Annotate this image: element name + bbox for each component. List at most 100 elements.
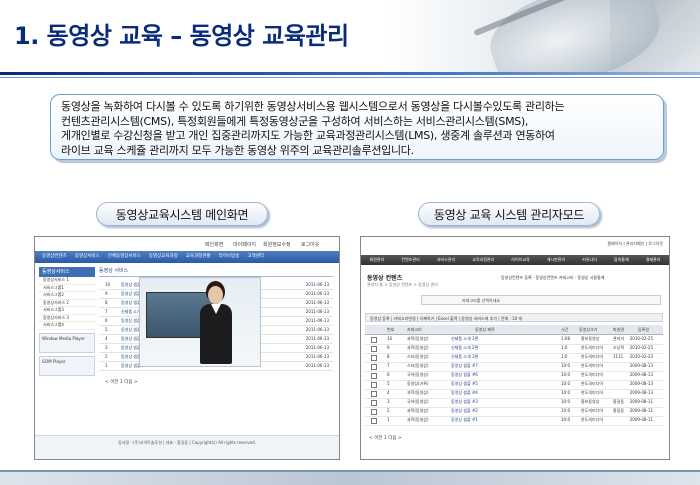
row-title[interactable]: 동영상 샘플 #6 [451, 371, 478, 380]
sidebar-item[interactable]: 동영상서비스 2 [39, 300, 95, 307]
row-title[interactable]: 동영상 샘플 #1 [451, 416, 478, 425]
admin-nav-item[interactable]: 커뮤니티 [582, 255, 597, 265]
table-row[interactable]: 1 과학(동영상) 동영상 샘플 #1 10:0 한도의미디어 2009-08-11 [365, 416, 663, 426]
row-date: 2011-06-13 [305, 282, 329, 287]
admin-nav-item[interactable]: 게시판관리 [547, 255, 565, 265]
sidebar: 동영상서비스 동영상서비스 1 서비스그룹1 서비스그룹2 동영상서비스 2 서… [39, 267, 95, 417]
row-checkbox[interactable] [371, 346, 377, 352]
nav-item[interactable]: 고객센터 [244, 251, 267, 263]
col-header: 번호 [387, 327, 395, 332]
sidebar-item[interactable]: 서비스그룹3 [39, 307, 95, 315]
sidebar-item[interactable]: 서비스그룹1 [39, 285, 95, 292]
row-date: 2011-06-13 [305, 354, 329, 359]
row-number: 4 [387, 390, 390, 395]
admin-pager[interactable]: < 이전 1 다음 > [369, 435, 402, 441]
row-date: 2011-06-13 [305, 363, 329, 368]
admin-nav-item[interactable]: 서비스관리 [437, 255, 455, 265]
row-number: 7 [387, 363, 390, 368]
row-checkbox[interactable] [371, 418, 377, 424]
top-link[interactable]: 회원정보수정 [263, 241, 291, 248]
row-title[interactable]: 신제품 소개 3편 [451, 353, 478, 362]
nav-item[interactable]: 전체동영상서비스 [105, 251, 144, 263]
admin-nav-item[interactable]: 라이브교육 [511, 255, 529, 265]
row-number: 7 [105, 309, 108, 314]
category-select[interactable]: 카테고리를 선택하세요 [421, 295, 661, 305]
pager[interactable]: < 이전 1 다음 > [105, 379, 138, 385]
row-checkbox[interactable] [371, 337, 377, 343]
row-date: 2009-08-13 [629, 381, 653, 386]
row-checkbox[interactable] [371, 391, 377, 397]
row-checkbox[interactable] [371, 400, 377, 406]
breadcrumb: 관리자 홈 > 동영상 컨텐츠 > 동영상 관리 [367, 282, 438, 287]
video-player-overlay[interactable] [139, 277, 261, 367]
row-number: 4 [105, 336, 108, 341]
col-header: 등록일 [637, 327, 649, 332]
nav-item[interactable]: 교육과정현황 [183, 251, 214, 263]
sidebar-item[interactable]: 서비스그룹4 [39, 322, 95, 330]
row-owner: 조상혁 [613, 345, 625, 350]
row-size: 한도의미디어 [581, 345, 604, 350]
row-category: 국어(동영상) [407, 399, 429, 404]
nav-item[interactable]: 동영상컨텐츠 [39, 251, 70, 263]
player-download-box[interactable]: Window Media Player [39, 332, 95, 353]
admin-nav-item[interactable]: 결제관리 [646, 255, 661, 265]
main-nav: 동영상컨텐츠 동영상서비스 전체동영상서비스 동영상교육과정 교육과정현황 라이… [35, 251, 339, 263]
description-line: 동영상을 녹화하여 다시볼 수 있도록 하기위한 동영상서비스용 웹시스템으로서… [61, 100, 565, 113]
sidebar-item[interactable]: 동영상서비스 1 [39, 277, 95, 285]
row-title[interactable]: 신제품 소개 1편 [451, 335, 478, 344]
row-size: 한도의미디어 [581, 363, 604, 368]
row-category: 과학(동영상) [407, 345, 429, 350]
row-number: 1 [105, 363, 108, 368]
row-date: 2009-08-11 [629, 417, 653, 422]
row-title[interactable]: 신제품 소개 2편 [451, 344, 478, 353]
row-date: 2009-08-13 [629, 390, 653, 395]
title-underline [0, 72, 700, 75]
row-title[interactable]: 동영상 샘플 #7 [451, 362, 478, 371]
admin-subtabs[interactable]: 동영상컨텐츠 등록 · 동영상컨텐츠 카테고리 · 동영상 사용통계 [501, 275, 604, 281]
top-link[interactable]: 로그아웃 [301, 241, 319, 248]
sidebar-item[interactable]: 동영상서비스 3 [39, 315, 95, 322]
row-checkbox[interactable] [371, 373, 377, 379]
title-band: 1. 동영상 교육 – 동영상 교육관리 [0, 0, 700, 72]
admin-nav-item[interactable]: 교육과정관리 [472, 255, 494, 265]
admin-top-links[interactable]: 홈페이지 | 관리자메인 | 로그아웃 [607, 241, 663, 247]
row-title[interactable]: 신제품 소개 [121, 308, 141, 316]
description-line: 컨텐츠관리시스템(CMS), 특정회원들에게 특정동영상군을 구성하여 서비스하… [61, 114, 529, 128]
row-date: 2009-08-11 [629, 399, 653, 404]
admin-nav-item[interactable]: 컨텐츠관리 [401, 255, 419, 265]
admin-toolbar[interactable]: 동영상 등록 | 카테고리변경 | 삭제하기 | Excel 출력 | 동영상 … [365, 313, 663, 322]
row-number: 2 [387, 408, 390, 413]
row-owner: 관리자 [613, 336, 625, 341]
row-number: 5 [387, 381, 390, 386]
row-category: 스타(동영상) [407, 354, 429, 359]
row-date: 2009-08-13 [629, 372, 653, 377]
row-checkbox[interactable] [371, 382, 377, 388]
row-date: 2011-06-13 [305, 309, 329, 314]
nav-item[interactable]: 동영상서비스 [72, 251, 103, 263]
row-title[interactable]: 동영상 샘플 #4 [451, 389, 478, 398]
row-category: 과학(동영상) [407, 417, 429, 422]
row-number: 8 [387, 354, 390, 359]
row-category: 과학(동영상) [407, 336, 429, 341]
row-checkbox[interactable] [371, 355, 377, 361]
caption-main-screen: 동영상교육시스템 메인화면 [96, 202, 268, 226]
row-size: 한도의미디어 [581, 381, 604, 386]
row-number: 8 [105, 300, 108, 305]
nav-item[interactable]: 라이브방송 [216, 251, 243, 263]
admin-nav-item[interactable]: 접속통계 [614, 255, 629, 265]
player-download-box[interactable]: GOM Player [39, 355, 95, 376]
row-title[interactable]: 동영상 샘플 #2 [451, 407, 478, 416]
bottom-strip [0, 470, 700, 485]
sidebar-item[interactable]: 서비스그룹2 [39, 292, 95, 300]
row-title[interactable]: 동영상 샘플 #5 [451, 380, 478, 389]
top-link[interactable]: 마이페이지 [233, 241, 256, 248]
description-box: 동영상을 녹화하여 다시볼 수 있도록 하기위한 동영상서비스용 웹시스템으로서… [50, 94, 664, 160]
row-checkbox[interactable] [371, 364, 377, 370]
top-link[interactable]: 메인화면 [205, 241, 223, 248]
admin-nav-item[interactable]: 회원관리 [370, 255, 385, 265]
row-checkbox[interactable] [371, 409, 377, 415]
admin-nav: 회원관리 컨텐츠관리 서비스관리 교육과정관리 라이브교육 게시판관리 커뮤니티… [361, 255, 669, 265]
row-title[interactable]: 동영상 샘플 #3 [451, 398, 478, 407]
row-number: 2 [105, 354, 108, 359]
nav-item[interactable]: 동영상교육과정 [146, 251, 181, 263]
